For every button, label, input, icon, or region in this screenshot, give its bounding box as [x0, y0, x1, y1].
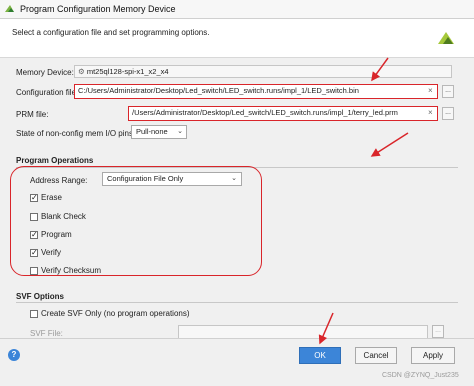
arrow-prm-file — [370, 132, 409, 157]
annotation-arrows — [318, 57, 409, 345]
arrow-config-file — [371, 57, 389, 82]
arrow-ok-button — [318, 312, 334, 345]
